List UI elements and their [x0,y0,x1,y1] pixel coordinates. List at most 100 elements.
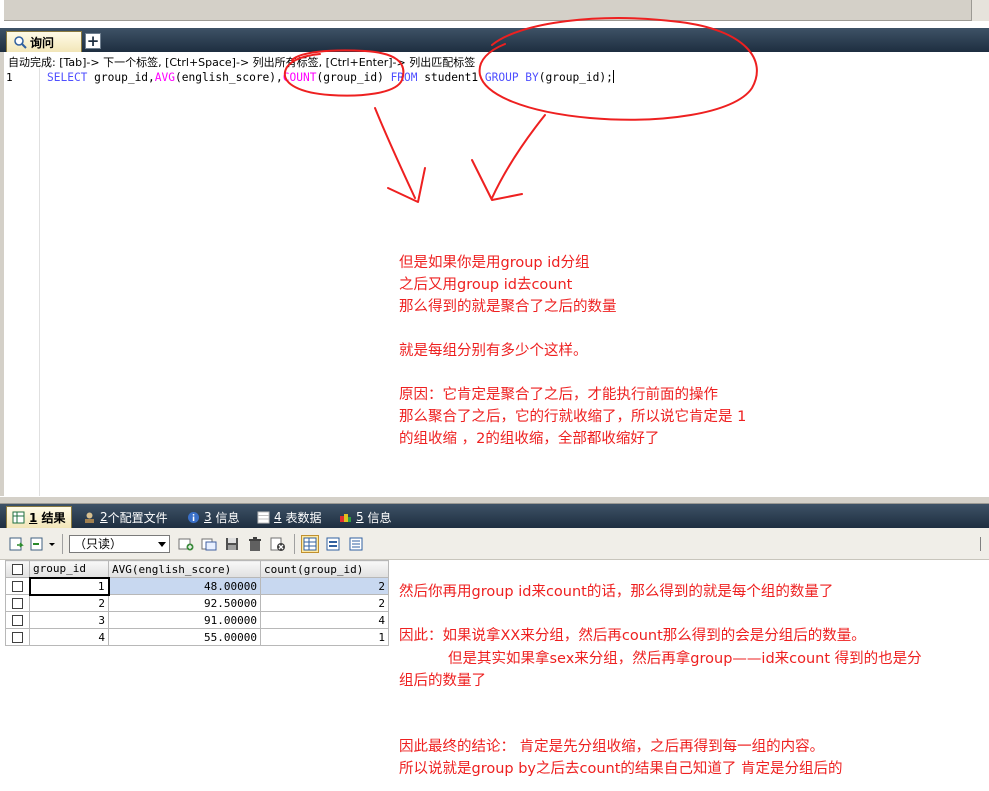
cell-avg[interactable]: 48.00000 [108,577,261,595]
tab-profiles[interactable]: 2 个配置文件 [78,506,173,528]
form-view-icon[interactable] [325,536,341,552]
grid-header-row: group_id AVG(english_score) count(group_… [5,560,389,578]
select-all-checkbox-cell[interactable] [5,560,30,578]
import-icon[interactable] [29,536,45,552]
readonly-select-value: （只读） [74,537,123,551]
note-line: 但是如果你是用group id分组 [399,255,590,271]
sql-keyword-from: FROM [390,71,418,84]
pane-splitter[interactable] [0,496,989,504]
checkbox[interactable] [12,598,23,609]
tab-query[interactable]: 询问 [6,31,82,52]
cell-group-id[interactable]: 1 [28,576,110,596]
tab-info-2[interactable]: 5 信息 [334,506,396,528]
sql-function-avg: AVG [154,71,175,84]
info-color-icon [340,513,351,522]
result-grid-icon [12,511,25,524]
annotation-note: 所以说就是group by之后去count的结果自己知道了 肯定是分组后的 [399,761,843,777]
result-toolbar: （只读） [0,528,989,560]
readonly-select[interactable]: （只读） [69,535,170,553]
tab-profiles-num: 2 [100,510,108,524]
column-header-count[interactable]: count(group_id) [260,560,389,578]
cell-group-id[interactable]: 4 [29,628,109,646]
tab-table-data-label: 表数据 [285,510,322,525]
cell-count[interactable]: 4 [260,611,389,629]
tab-info[interactable]: 3 信息 [182,506,244,528]
insert-row-icon[interactable] [178,536,194,552]
table-data-icon [257,511,270,523]
row-checkbox-cell[interactable] [5,611,30,629]
result-grid[interactable]: group_id AVG(english_score) count(group_… [5,560,389,646]
tab-info-num: 3 [204,510,212,524]
row-checkbox-cell[interactable] [5,594,30,612]
cancel-changes-icon[interactable] [270,536,286,552]
sql-code-line[interactable]: SELECT group_id,AVG(english_score),COUNT… [47,70,614,84]
note-line: 原因：它肯定是聚合了之后，才能执行前面的操作 [399,387,718,403]
cell-group-id[interactable]: 2 [29,594,109,612]
table-row[interactable]: 1 48.00000 2 [5,576,389,596]
add-tab-button[interactable]: + [85,33,101,49]
tab-table-data-num: 4 [274,510,282,524]
top-toolbar-area [4,0,989,21]
cell-group-id[interactable]: 3 [29,611,109,629]
sql-function-count: COUNT [282,71,317,84]
annotation-note: 组后的数量了 [399,673,486,689]
tab-query-label: 询问 [30,35,55,50]
line-number: 1 [6,71,13,84]
checkbox[interactable] [12,632,23,643]
sql-text: student1 [417,71,485,84]
cell-avg[interactable]: 91.00000 [108,611,261,629]
text-view-icon[interactable] [348,536,364,552]
table-row[interactable]: 4 55.00000 1 [5,628,389,646]
text-caret [612,70,614,83]
column-header-group-id[interactable]: group_id [29,560,109,578]
annotation-note: 因此最终的结论： 肯定是先分组收缩，之后再得到每一组的内容。 [399,739,825,755]
cell-count[interactable]: 2 [260,577,389,595]
delete-icon[interactable] [247,536,263,552]
duplicate-row-icon[interactable] [201,536,217,552]
sql-text: group_id, [87,71,155,84]
tab-table-data[interactable]: 4 表数据 [252,506,326,528]
tab-result[interactable]: 1 结果 [6,506,72,528]
table-row[interactable]: 3 91.00000 4 [5,611,389,629]
info-icon [188,511,199,523]
result-tab-bar: 1 结果 2 个配置文件 3 信息 4 表数据 5 信息 [0,504,989,528]
sql-text: (group_id); [538,71,613,84]
top-scroll-arrow[interactable] [971,0,989,21]
line-gutter: 1 [4,68,40,496]
sql-text: (english_score), [175,71,283,84]
annotation-note: 然后你再用group id来count的话，那么得到的就是每个组的数量了 [399,584,834,600]
toolbar-separator [62,534,63,554]
note-spacer [399,362,746,384]
chevron-down-icon[interactable] [47,536,57,552]
checkbox[interactable] [11,581,23,592]
sql-keyword-group-by: GROUP BY [484,71,539,84]
window-top-strip [0,0,989,28]
profile-icon [85,512,94,523]
checkbox[interactable] [12,615,23,626]
tab-result-num: 1 [29,510,38,525]
cell-avg[interactable]: 55.00000 [108,628,261,646]
query-icon [14,36,27,49]
note-line: 之后又用group id去count [399,277,573,293]
note-line: 那么得到的就是聚合了之后的数量 [399,299,617,315]
row-checkbox-cell[interactable] [5,628,30,646]
column-header-avg[interactable]: AVG(english_score) [108,560,261,578]
annotation-note: 但是如果你是用group id分组 之后又用group id去count 那么得… [399,252,746,450]
row-checkbox-cell[interactable] [5,577,30,595]
note-spacer [399,318,746,340]
note-line: 的组收缩 ，2的组收缩，全部都收缩好了 [399,431,660,447]
annotation-note: 但是其实如果拿sex来分组，然后再拿group——id来count 得到的也是分 [448,651,922,667]
autocomplete-hint: 自动完成: [Tab]-> 下一个标签, [Ctrl+Space]-> 列出所有… [8,56,476,69]
grid-view-icon[interactable] [301,535,319,553]
cell-count[interactable]: 2 [260,594,389,612]
save-icon[interactable] [224,536,240,552]
annotation-note: 因此：如果说拿XX来分组，然后再count那么得到的会是分组后的数量。 [399,628,866,644]
checkbox[interactable] [12,564,23,575]
tab-info-2-num: 5 [356,510,364,524]
export-icon[interactable] [8,536,24,552]
cell-count[interactable]: 1 [260,628,389,646]
tab-info-2-label: 信息 [367,510,392,525]
table-row[interactable]: 2 92.50000 2 [5,594,389,612]
cell-avg[interactable]: 92.50000 [108,594,261,612]
note-line: 那么聚合了之后，它的行就收缩了，所以说它肯定是 1 [399,409,747,425]
